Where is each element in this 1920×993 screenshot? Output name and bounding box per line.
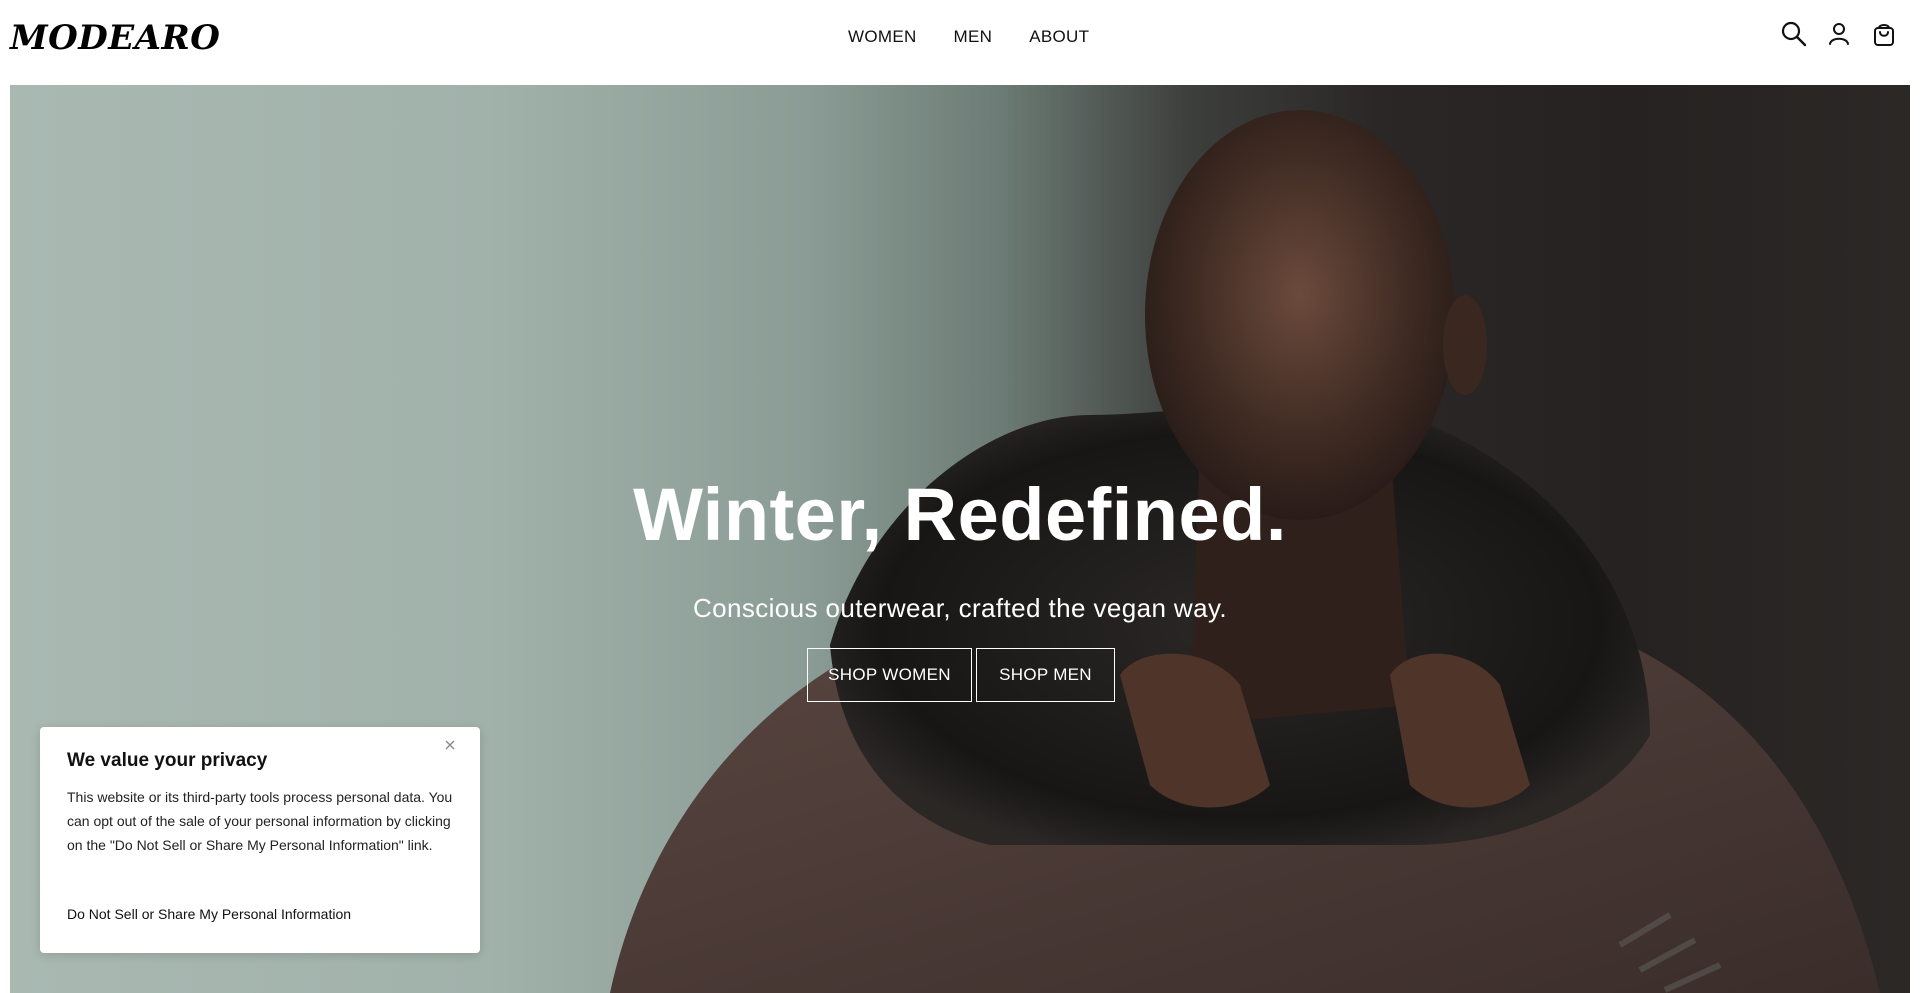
close-icon[interactable] <box>440 735 460 755</box>
nav-item-men[interactable]: MEN <box>954 26 993 48</box>
nav-item-women[interactable]: WOMEN <box>848 26 917 48</box>
search-icon[interactable] <box>1780 20 1808 48</box>
privacy-banner: We value your privacy This website or it… <box>40 727 480 953</box>
nav-item-about[interactable]: ABOUT <box>1029 26 1089 48</box>
shop-women-button[interactable]: SHOP WOMEN <box>807 648 972 702</box>
shop-men-button[interactable]: SHOP MEN <box>976 648 1115 702</box>
hero-subtitle: Conscious outerwear, crafted the vegan w… <box>692 593 1228 623</box>
main-nav: WOMEN MEN ABOUT <box>848 26 1126 48</box>
brand-logo[interactable]: MODEARO <box>10 18 220 58</box>
site-header: MODEARO WOMEN MEN ABOUT <box>0 0 1920 85</box>
account-icon[interactable] <box>1825 20 1853 48</box>
do-not-sell-link[interactable]: Do Not Sell or Share My Personal Informa… <box>67 904 351 924</box>
header-icons <box>1780 20 1920 50</box>
hero-cta-group: SHOP WOMEN SHOP MEN <box>807 648 1115 702</box>
cart-icon[interactable] <box>1870 20 1898 48</box>
hero-title: Winter, Redefined. <box>633 473 1287 556</box>
privacy-body: This website or its third-party tools pr… <box>67 789 453 853</box>
privacy-title: We value your privacy <box>67 750 268 771</box>
